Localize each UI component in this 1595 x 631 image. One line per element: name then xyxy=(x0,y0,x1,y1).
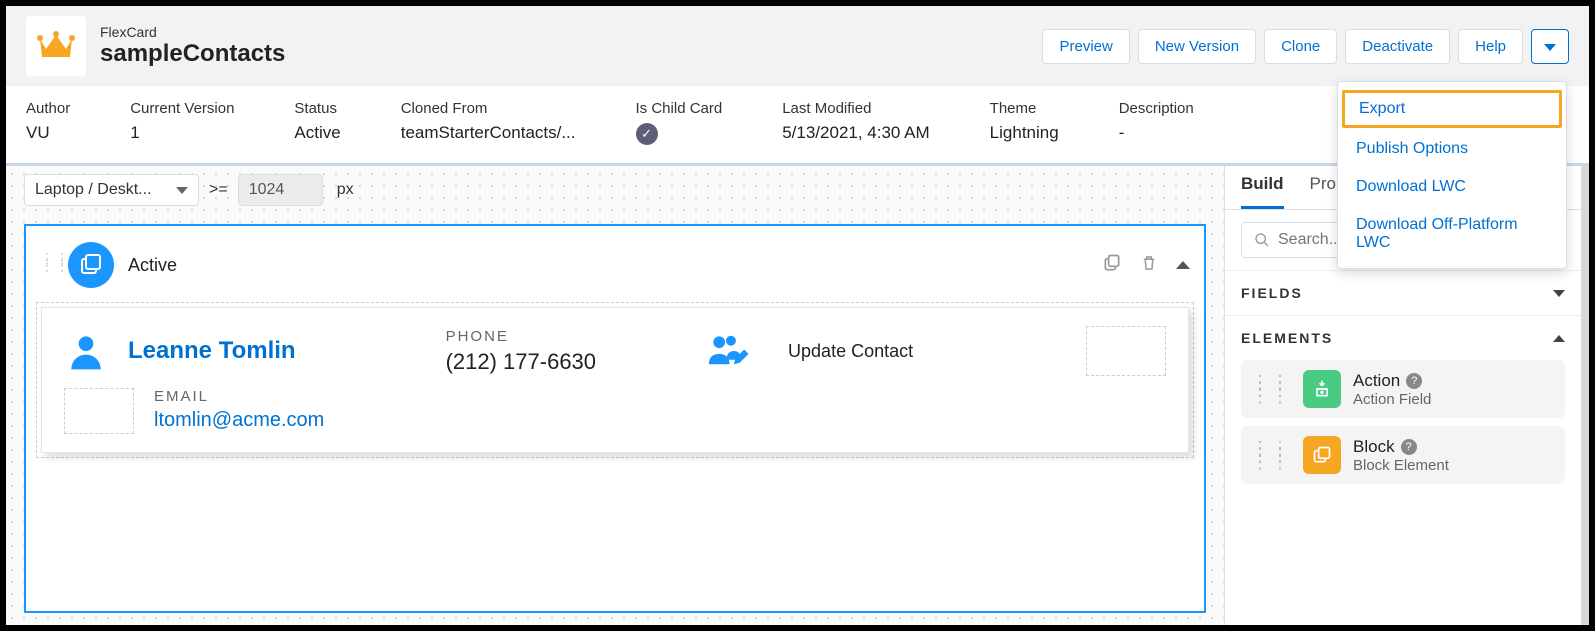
help-icon[interactable]: ? xyxy=(1406,373,1422,389)
card-outline[interactable]: Leanne Tomlin PHONE (212) 177-6630 Updat… xyxy=(36,302,1194,458)
crown-icon xyxy=(36,31,76,61)
update-contact-label[interactable]: Update Contact xyxy=(788,341,913,362)
block-icon xyxy=(1303,436,1341,474)
meta-modified-value: 5/13/2021, 4:30 AM xyxy=(782,123,929,143)
contacts-edit-icon xyxy=(706,331,750,371)
app-icon xyxy=(26,16,86,76)
action-icon xyxy=(1303,370,1341,408)
element-item-action[interactable]: ⋮⋮⋮⋮⋮⋮ Action? Action Field xyxy=(1241,360,1565,418)
placeholder-slot[interactable] xyxy=(1086,326,1166,376)
meta-desc-label: Description xyxy=(1119,100,1194,117)
width-unit: px xyxy=(337,181,354,199)
placeholder-slot[interactable] xyxy=(64,388,134,434)
collapse-state-icon[interactable] xyxy=(1176,261,1190,269)
element-title: Action xyxy=(1353,371,1400,391)
meta-status-value: Active xyxy=(294,123,340,143)
phone-value: (212) 177-6630 xyxy=(446,349,596,375)
tab-build[interactable]: Build xyxy=(1241,174,1284,209)
device-selector-label: Laptop / Deskt... xyxy=(35,181,152,199)
clone-state-icon[interactable] xyxy=(1102,253,1122,278)
meta-modified-label: Last Modified xyxy=(782,100,929,117)
deactivate-button[interactable]: Deactivate xyxy=(1345,29,1450,64)
page-title: sampleContacts xyxy=(100,40,285,68)
meta-desc-value: - xyxy=(1119,123,1194,143)
new-version-button[interactable]: New Version xyxy=(1138,29,1256,64)
fields-section-title: FIELDS xyxy=(1241,285,1303,301)
meta-author-label: Author xyxy=(26,100,70,117)
person-icon xyxy=(64,329,108,373)
menu-item-download-off-platform[interactable]: Download Off-Platform LWC xyxy=(1338,206,1566,262)
state-bar: ⋮⋮⋮⋮ Active xyxy=(36,236,1194,302)
help-button[interactable]: Help xyxy=(1458,29,1523,64)
meta-child-label: Is Child Card xyxy=(636,100,723,117)
chevron-down-icon xyxy=(1553,290,1565,297)
clone-button[interactable]: Clone xyxy=(1264,29,1337,64)
meta-child-value: ✓ xyxy=(636,123,723,145)
meta-version-value: 1 xyxy=(130,123,234,143)
chevron-up-icon xyxy=(1553,335,1565,342)
drag-handle-icon[interactable]: ⋮⋮⋮⋮⋮⋮ xyxy=(1251,445,1291,466)
state-icon xyxy=(68,242,114,288)
menu-item-export[interactable]: Export xyxy=(1342,90,1562,128)
preview-button[interactable]: Preview xyxy=(1042,29,1129,64)
element-item-block[interactable]: ⋮⋮⋮⋮⋮⋮ Block? Block Element xyxy=(1241,426,1565,484)
width-operator: >= xyxy=(209,181,228,199)
search-icon xyxy=(1254,232,1270,248)
email-value[interactable]: ltomlin@acme.com xyxy=(154,409,324,432)
drag-handle-icon[interactable]: ⋮⋮⋮⋮⋮⋮ xyxy=(1251,379,1291,400)
chevron-down-icon xyxy=(176,187,188,194)
canvas-frame[interactable]: ⋮⋮⋮⋮ Active Leanne Tom xyxy=(24,224,1206,613)
fields-section-header[interactable]: FIELDS xyxy=(1225,270,1581,315)
menu-item-download-lwc[interactable]: Download LWC xyxy=(1338,168,1566,206)
drag-handle-icon[interactable]: ⋮⋮⋮⋮ xyxy=(40,255,54,275)
meta-cloned-label: Cloned From xyxy=(401,100,576,117)
state-label: Active xyxy=(128,255,1088,276)
canvas-area: Laptop / Deskt... >= px ⋮⋮⋮⋮ Active xyxy=(6,166,1224,625)
elements-section-title: ELEMENTS xyxy=(1241,330,1333,346)
element-title: Block xyxy=(1353,437,1395,457)
cards-icon xyxy=(79,253,103,277)
menu-item-publish-options[interactable]: Publish Options xyxy=(1338,130,1566,168)
check-icon: ✓ xyxy=(636,123,658,145)
meta-theme-label: Theme xyxy=(990,100,1059,117)
elements-section-header[interactable]: ELEMENTS xyxy=(1225,315,1581,360)
caret-down-icon xyxy=(1544,44,1556,51)
meta-author-value: VU xyxy=(26,123,70,143)
meta-version-label: Current Version xyxy=(130,100,234,117)
overflow-dropdown: Export Publish Options Download LWC Down… xyxy=(1337,81,1567,269)
meta-status-label: Status xyxy=(294,100,340,117)
delete-state-icon[interactable] xyxy=(1140,253,1158,278)
overflow-menu-button[interactable] xyxy=(1531,29,1569,64)
device-selector[interactable]: Laptop / Deskt... xyxy=(24,174,199,206)
element-subtitle: Action Field xyxy=(1353,391,1431,408)
element-subtitle: Block Element xyxy=(1353,457,1449,474)
email-label: EMAIL xyxy=(154,388,324,405)
header-bar: FlexCard sampleContacts Preview New Vers… xyxy=(6,6,1589,86)
page-subtitle: FlexCard xyxy=(100,24,285,40)
meta-cloned-value: teamStarterContacts/... xyxy=(401,123,576,143)
width-input[interactable] xyxy=(238,174,323,206)
help-icon[interactable]: ? xyxy=(1401,439,1417,455)
canvas-toolbar: Laptop / Deskt... >= px xyxy=(6,166,1224,212)
meta-theme-value: Lightning xyxy=(990,123,1059,143)
card-content: Leanne Tomlin PHONE (212) 177-6630 Updat… xyxy=(41,307,1189,453)
phone-label: PHONE xyxy=(446,328,596,345)
contact-name[interactable]: Leanne Tomlin xyxy=(128,337,296,365)
